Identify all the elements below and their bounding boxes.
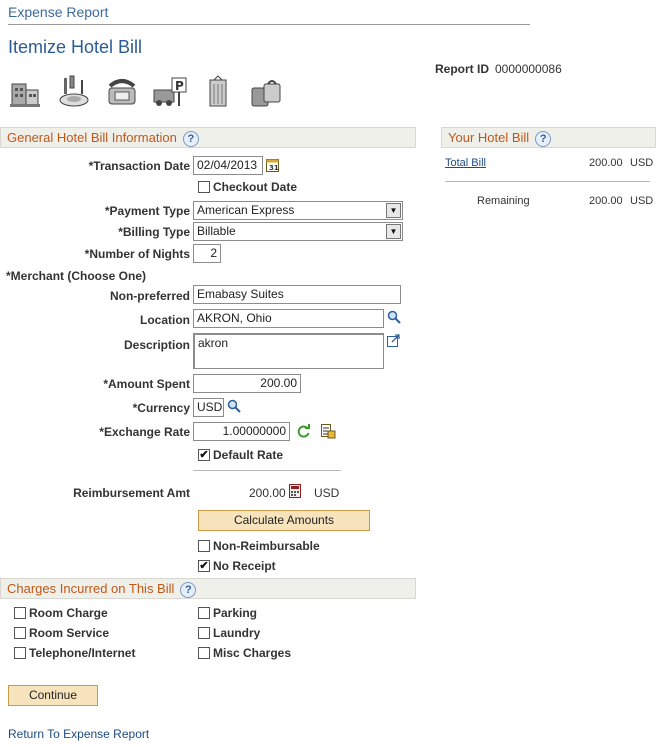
- exchange-rate-input[interactable]: 1.00000000: [193, 422, 290, 441]
- laundry-checkbox[interactable]: [198, 627, 210, 639]
- billing-type-value: Billable: [197, 224, 236, 238]
- non-reimbursable-checkbox[interactable]: [198, 540, 210, 552]
- telephone-icon[interactable]: [104, 74, 140, 110]
- parking-checkbox[interactable]: [198, 607, 210, 619]
- telephone-internet-label: Telephone/Internet: [29, 646, 136, 660]
- billing-type-label: *Billing Type: [118, 225, 190, 239]
- calculator-icon[interactable]: [289, 484, 301, 498]
- checkout-date-label: Checkout Date: [213, 180, 298, 194]
- dining-icon[interactable]: [56, 74, 92, 110]
- misc-charges-label: Misc Charges: [213, 646, 292, 660]
- rate-detail-icon[interactable]: [320, 423, 336, 439]
- no-receipt-checkbox[interactable]: ✔: [198, 560, 210, 572]
- payment-type-select[interactable]: American Express ▼: [193, 201, 403, 220]
- rate-divider: [193, 470, 341, 471]
- non-preferred-label: Non-preferred: [109, 289, 190, 303]
- payment-type-value: American Express: [197, 203, 295, 217]
- charges-section-title: Charges Incurred on This Bill: [7, 581, 175, 596]
- expand-icon[interactable]: [387, 334, 400, 347]
- non-preferred-input[interactable]: Emabasy Suites: [193, 285, 401, 304]
- no-receipt-label: No Receipt: [213, 559, 276, 573]
- transaction-date-label: *Transaction Date: [88, 159, 190, 173]
- location-input[interactable]: AKRON, Ohio: [193, 309, 384, 328]
- total-bill-link[interactable]: Total Bill: [445, 157, 486, 169]
- misc-charges-checkbox[interactable]: [198, 647, 210, 659]
- room-charge-checkbox[interactable]: [14, 607, 26, 619]
- room-service-label: Room Service: [29, 626, 110, 640]
- svg-text:P: P: [175, 79, 184, 93]
- nights-input[interactable]: 2: [193, 244, 221, 263]
- room-charge-label: Room Charge: [29, 606, 108, 620]
- calculate-amounts-button[interactable]: Calculate Amounts: [198, 510, 370, 531]
- breadcrumb: Expense Report: [8, 4, 109, 20]
- default-rate-checkbox[interactable]: ✔: [198, 449, 210, 461]
- hotel-bill-help-icon[interactable]: ?: [535, 130, 552, 147]
- default-rate-label: Default Rate: [213, 448, 284, 462]
- checkout-date-checkbox[interactable]: [198, 181, 210, 193]
- total-bill-currency: USD: [630, 157, 654, 169]
- page-title: Itemize Hotel Bill: [8, 37, 143, 57]
- laundry-label: Laundry: [213, 626, 261, 640]
- search-icon[interactable]: [387, 310, 401, 324]
- refresh-icon[interactable]: [296, 424, 311, 439]
- building-icon[interactable]: [8, 74, 44, 110]
- general-section-title: General Hotel Bill Information: [7, 130, 177, 145]
- reimbursement-label: Reimbursement Amt: [73, 486, 190, 500]
- general-help-icon[interactable]: ?: [182, 130, 199, 147]
- payment-type-label: *Payment Type: [104, 204, 190, 218]
- amount-spent-label: *Amount Spent: [103, 377, 190, 391]
- return-to-expense-report-link[interactable]: Return To Expense Report: [8, 727, 149, 741]
- calendar-icon[interactable]: 31: [266, 158, 279, 172]
- continue-button[interactable]: Continue: [8, 685, 98, 706]
- remaining-label: Remaining: [477, 195, 530, 207]
- billing-type-select[interactable]: Billable ▼: [193, 222, 403, 241]
- chevron-down-icon[interactable]: ▼: [386, 224, 401, 239]
- nights-label: *Number of Nights: [84, 247, 190, 261]
- exchange-rate-label: *Exchange Rate: [99, 425, 190, 439]
- total-bill-value: 200.00: [589, 157, 623, 169]
- description-textarea[interactable]: akron: [193, 333, 384, 369]
- reimbursement-currency: USD: [314, 486, 340, 500]
- hotel-bill-title: Your Hotel Bill: [448, 130, 530, 145]
- currency-input[interactable]: USD: [193, 398, 224, 417]
- breadcrumb-divider: [8, 24, 530, 25]
- charges-section-header: Charges Incurred on This Bill?: [0, 578, 416, 599]
- parking-label: Parking: [213, 606, 258, 620]
- telephone-internet-checkbox[interactable]: [14, 647, 26, 659]
- general-section-header: General Hotel Bill Information?: [0, 127, 416, 148]
- location-label: Location: [140, 313, 190, 327]
- merchant-heading: *Merchant (Choose One): [6, 269, 147, 283]
- amount-spent-input[interactable]: 200.00: [193, 374, 301, 393]
- report-id-label: Report ID: [435, 62, 489, 76]
- description-label: Description: [123, 338, 190, 352]
- parking-icon[interactable]: P: [152, 74, 188, 110]
- laundry-icon[interactable]: [200, 74, 236, 110]
- remaining-value: 200.00: [589, 195, 623, 207]
- currency-label: *Currency: [132, 401, 190, 415]
- charges-help-icon[interactable]: ?: [180, 581, 197, 598]
- chevron-down-icon[interactable]: ▼: [386, 203, 401, 218]
- search-icon[interactable]: [227, 399, 241, 413]
- report-id-value: 0000000086: [495, 62, 562, 76]
- reimbursement-value: 200.00: [249, 486, 286, 500]
- hotel-bill-header: Your Hotel Bill?: [441, 127, 656, 148]
- svg-text:31: 31: [269, 164, 279, 172]
- misc-charges-icon[interactable]: [248, 74, 284, 110]
- hotel-bill-divider: [445, 181, 650, 182]
- room-service-checkbox[interactable]: [14, 627, 26, 639]
- remaining-currency: USD: [630, 195, 654, 207]
- non-reimbursable-label: Non-Reimbursable: [213, 539, 320, 553]
- transaction-date-input[interactable]: 02/04/2013: [193, 156, 263, 175]
